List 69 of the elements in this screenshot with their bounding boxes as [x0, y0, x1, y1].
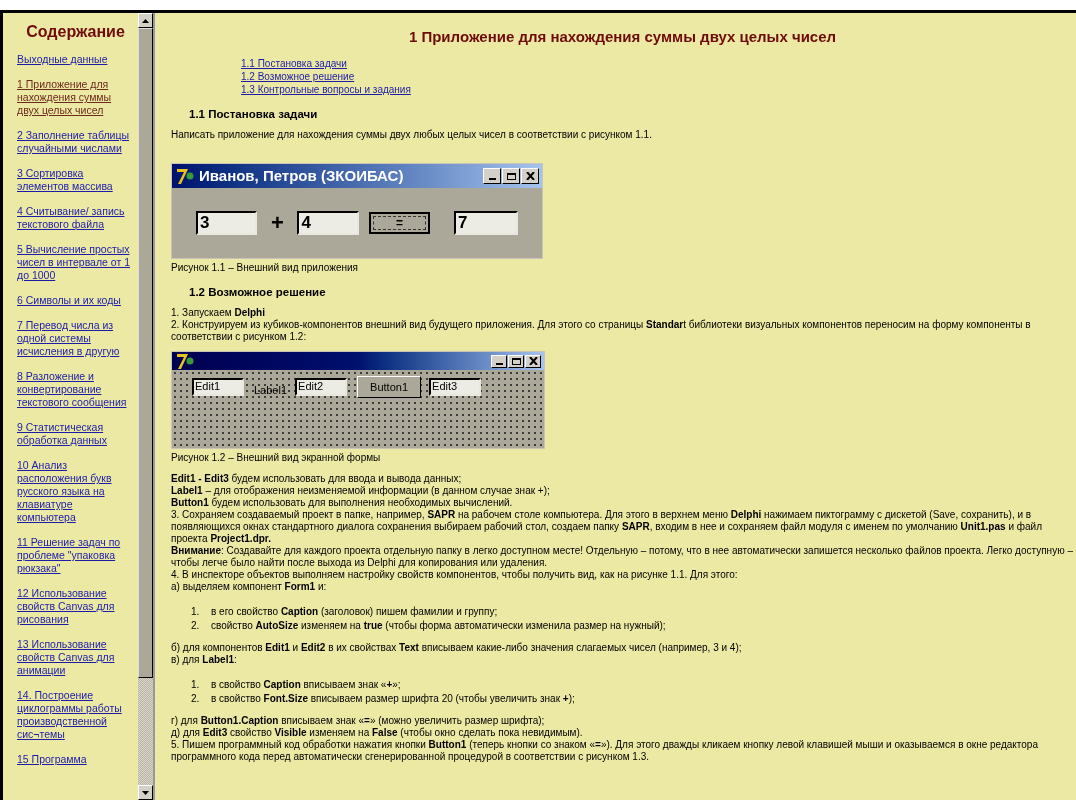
edit-field[interactable]: Edit2 [295, 378, 348, 396]
toc-link[interactable]: 1.1 Постановка задачи [241, 57, 347, 70]
scrollbar[interactable] [138, 13, 153, 800]
edit-field[interactable]: Edit1 [192, 378, 244, 396]
sidebar-link[interactable]: 3 Сортировка элементов массива [17, 167, 134, 193]
figure-caption: Рисунок 1.1 – Внешний вид приложения [171, 262, 359, 274]
list-item: в свойство Font.Size вписываем размер шрифта 20 (чтобы увеличить знак +); [211, 692, 575, 706]
form-button[interactable]: Button1 [357, 376, 422, 398]
sidebar-link[interactable]: 14. Построение циклограммы работы производственной сис¬темы [17, 689, 134, 741]
list-number: 1. [191, 605, 201, 619]
number-field[interactable]: 7 [454, 211, 518, 235]
sidebar-link[interactable]: 11 Решение задач по проблеме "упаковка рюкзака" [17, 536, 134, 575]
plus-label: + [269, 217, 285, 229]
window-title: Иванов, Петров (ЗКОИБАС) [199, 170, 405, 182]
paragraph: д) для Edit3 свойство Visible изменяем на False (чтобы окно сделать пока невидимым). [171, 727, 584, 739]
paragraph: Edit1 - Edit3 будем использовать для ввода и вывода данных; [171, 473, 463, 485]
maximize-icon[interactable] [508, 354, 524, 368]
paragraph: 1. Запускаем Delphi [171, 307, 266, 319]
paragraph: Внимание: Создавайте для каждого проекта отдельную папку в легко доступном месте! Отдельную – потому, что в нее автоматически запишется несколько файлов проекта. Легко доступную – чтобы легче было найти после выхода из Delphi для копирования или удаления. [171, 545, 1074, 569]
list-item: в его свойство Caption (заголовок) пишем фамилии и группу; [211, 605, 498, 619]
sidebar-link[interactable]: 13 Использование свойств Canvas для анимации [17, 638, 134, 677]
scroll-up-icon[interactable] [138, 13, 153, 28]
number-field[interactable]: 3 [196, 211, 258, 235]
sidebar-title: Содержание [25, 22, 126, 42]
paragraph: а) выделяем компонент Form1 и: [171, 581, 328, 593]
toc-link[interactable]: 1.3 Контрольные вопросы и задания [241, 83, 411, 96]
maximize-icon[interactable] [502, 168, 520, 184]
section-heading: 1.1 Постановка задачи [189, 108, 319, 120]
list-number: 2. [191, 619, 201, 633]
sidebar-link[interactable]: 8 Разложение и конвертирование текстового сообщения [17, 370, 134, 409]
paragraph: г) для Button1.Caption вписываем знак «=» (можно увеличить размер шрифта); [171, 715, 546, 727]
edit-field[interactable]: Edit3 [429, 378, 482, 396]
sidebar-link[interactable]: 10 Анализ расположения букв русского языка на клавиатуре компьютера [17, 459, 134, 524]
paragraph: 3. Сохраняем создаваемый проект в папке, например, SAPR на рабочем столе компьютера. Для этого в верхнем меню Delphi нажимаем пиктограмму с дискетой (Save, сохранить), и в появляющихся окнах стандартного диалога сохранения выбираем рабочий стол, создаем папку SAPR, входим в нее и сохраняем файл модуля с именем по умолчанию Unit1.pas и файл проекта Project1.dpr. [171, 509, 1043, 545]
equals-button[interactable]: = [368, 212, 430, 234]
sidebar-link[interactable]: 2 Заполнение таблицы случайными числами [17, 129, 134, 155]
paragraph: 4. В инспекторе объектов выполняем настройку свойств компонентов, чтобы получить вид, как на рисунке 1.1. Для этого: [171, 569, 739, 581]
close-icon[interactable] [521, 168, 539, 184]
minimize-icon[interactable] [483, 168, 501, 184]
list-item: в свойство Caption вписываем знак «+»; [211, 678, 401, 692]
list-number: 2. [191, 692, 201, 706]
sidebar-link[interactable]: 12 Использование свойств Canvas для рисования [17, 587, 134, 626]
figure-caption: Рисунок 1.2 – Внешний вид экранной формы [171, 452, 382, 464]
close-icon[interactable] [525, 354, 541, 368]
paragraph: Label1 – для отображения неизменяемой информации (в данном случае знак +); [171, 485, 551, 497]
paragraph: 5. Пишем программный код обработки нажатия кнопки Button1 (теперь кнопки со знаком «=»). Для этого дважды кликаем кнопку левой клавишей мыши и оказываемся в окне редактора программного кода перед автоматически сгенерированной процедурой в соответствии с рисунком 1.3. [171, 739, 1039, 763]
form-label: Label1 [254, 384, 288, 396]
list-item: свойство AutoSize изменяем на true (чтобы форма автоматически изменила размер на нужный); [211, 619, 666, 633]
paragraph: Написать приложение для нахождения суммы двух любых целых чисел в соответствии с рисунком 1.1. [171, 129, 653, 141]
sidebar-link[interactable]: 6 Символы и их коды [17, 294, 134, 307]
sidebar-link[interactable]: 7 Перевод числа из одной системы исчисления в другую [17, 319, 134, 358]
paragraph: Button1 будем использовать для выполнения необходимых вычислений. [171, 497, 514, 509]
section-heading: 1.2 Возможное решение [189, 286, 327, 298]
scroll-thumb[interactable] [138, 28, 153, 678]
paragraph: в) для Label1: [171, 654, 238, 666]
minimize-icon[interactable] [491, 354, 507, 368]
scroll-down-icon[interactable] [138, 785, 153, 800]
sidebar-link[interactable]: 5 Вычисление простых чисел в интервале от 1 до 1000 [17, 243, 134, 282]
page-title: 1 Приложение для нахождения суммы двух целых чисел [407, 27, 838, 47]
sidebar-link[interactable]: 15 Программа [17, 753, 134, 766]
toc-link[interactable]: 1.2 Возможное решение [241, 70, 355, 83]
paragraph: 2. Конструируем из кубиков-компонентов внешний вид будущего приложения. Для этого со страницы Standart библиотеки визуальных компонентов переносим на форму компоненты в соответствии с рисунком 1.2: [171, 319, 1032, 343]
sidebar-link[interactable]: 4 Считывание/ запись текстового файла [17, 205, 134, 231]
sidebar-link[interactable]: Выходные данные [17, 53, 134, 66]
list-number: 1. [191, 678, 201, 692]
number-field[interactable]: 4 [297, 211, 359, 235]
sidebar-link[interactable]: 1 Приложение для нахождения суммы двух целых чисел [17, 78, 134, 117]
paragraph: б) для компонентов Edit1 и Edit2 в их свойствах Text вписываем какие-либо значения слагаемых чисел (например, 3 и 4); [171, 642, 743, 654]
sidebar-link[interactable]: 9 Статистическая обработка данных [17, 421, 134, 447]
